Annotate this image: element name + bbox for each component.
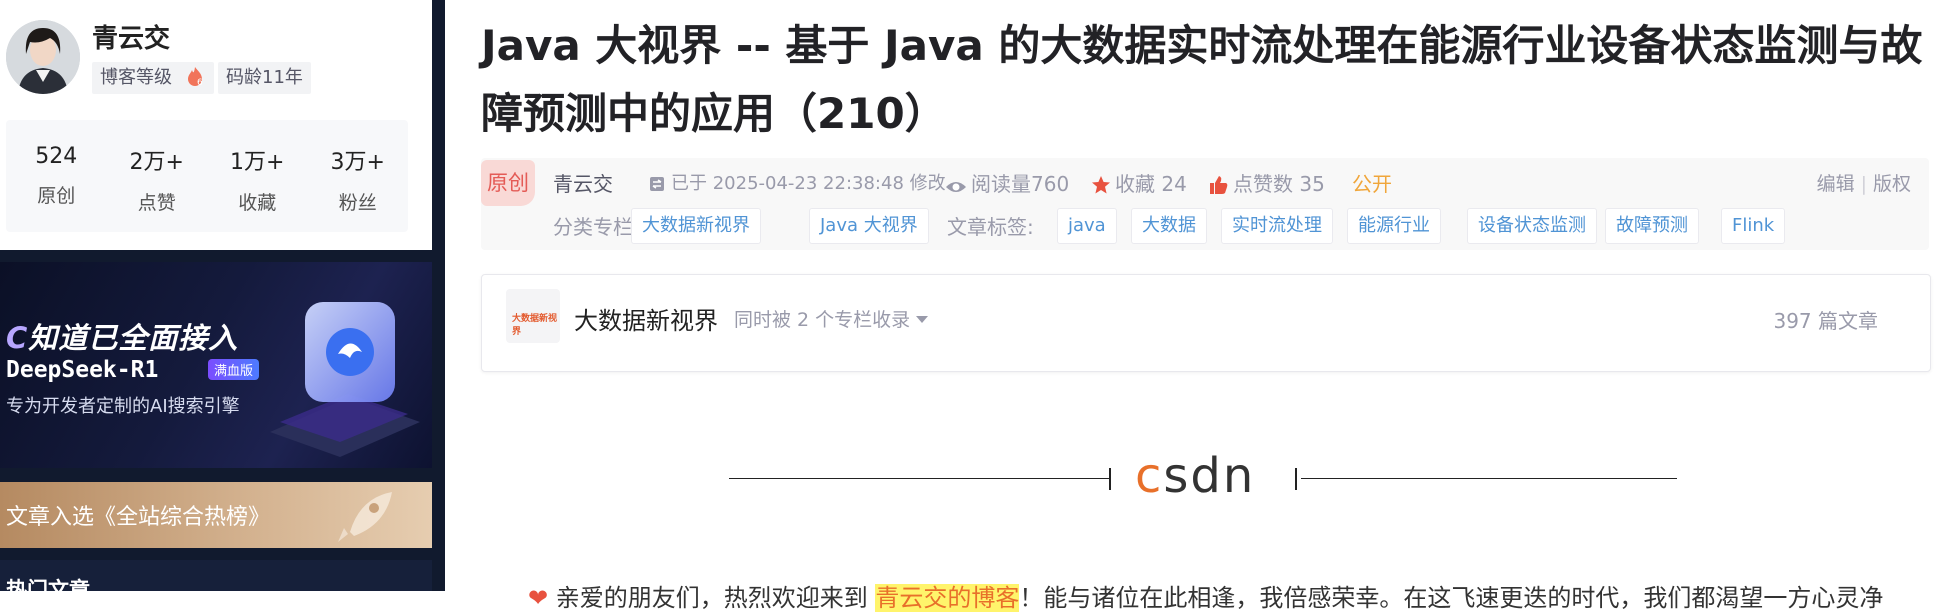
edit-time-icon <box>650 177 664 191</box>
ad-badge: 满血版 <box>208 359 260 380</box>
author-stats: 524 原创 2万+ 点赞 1万+ 收藏 3万+ 粉丝 <box>6 120 408 232</box>
column-included-dropdown[interactable]: 同时被 2 个专栏收录 <box>734 305 929 332</box>
stat-label: 原创 <box>37 185 76 207</box>
article-time: 已于 2025-04-23 22:38:48 修改 <box>649 168 946 200</box>
tag-chip[interactable]: 大数据 <box>1131 208 1207 244</box>
tag-chip[interactable]: 实时流处理 <box>1221 208 1333 244</box>
thumbs-up-icon <box>1210 176 1228 194</box>
tag-chip[interactable]: 故障预测 <box>1605 208 1699 244</box>
column-article-count: 397 篇文章 <box>1773 309 1878 333</box>
original-badge: 原创 <box>481 160 535 206</box>
heart-icon: ❤ <box>528 584 549 612</box>
author-name[interactable]: 青云交 <box>92 18 170 55</box>
tag-chip[interactable]: 设备状态监测 <box>1467 208 1597 244</box>
blog-level-label: 博客等级 <box>100 67 172 88</box>
stat-original[interactable]: 524 原创 <box>6 120 107 232</box>
tag-label: 文章标签: <box>947 215 1034 239</box>
copyright-link[interactable]: 版权 <box>1873 173 1911 195</box>
tag-chip[interactable]: Flink <box>1721 208 1786 244</box>
eye-icon <box>946 182 966 192</box>
deepseek-ad-banner[interactable]: C知道已全面接入 DeepSeek-R1 满血版 专为开发者定制的AI搜索引擎 <box>0 262 432 468</box>
stat-value: 1万+ <box>230 150 285 175</box>
stat-label: 收藏 <box>238 192 277 214</box>
edit-link[interactable]: 编辑 <box>1817 173 1855 195</box>
article-intro-paragraph: ❤ 亲爱的朋友们，热烈欢迎来到 青云交的博客！能与诸位在此相逢，我倍感荣幸。在这… <box>528 584 1884 612</box>
edit-copyright-links: 编辑 | 版权 <box>1816 173 1911 195</box>
article-like-button[interactable]: 点赞数 35 <box>1209 168 1325 200</box>
level-flame-icon: 6 <box>184 65 206 88</box>
article-title: Java 大视界 -- 基于 Java 的大数据实时流处理在能源行业设备状态监测… <box>481 21 1923 138</box>
rocket-icon <box>338 492 392 542</box>
article-author-link[interactable]: 青云交 <box>553 168 613 200</box>
hot-list-banner[interactable]: 文章入选《全站综合热榜》 <box>0 482 432 548</box>
stat-label: 点赞 <box>137 192 176 214</box>
column-inclusion-card: 大数据新视界 大数据新视界 同时被 2 个专栏收录 397 篇文章 <box>481 274 1931 372</box>
ad-product-name: DeepSeek-R1 <box>6 357 159 383</box>
visibility-status: 公开 <box>1352 172 1392 196</box>
ad-headline: C知道已全面接入 <box>6 321 239 355</box>
article-favorite-button[interactable]: 收藏 24 <box>1091 168 1187 200</box>
divider-line-left <box>729 478 1109 479</box>
divider-tick-right <box>1295 468 1297 490</box>
category-chip[interactable]: 大数据新视界 <box>631 208 761 244</box>
tag-chip[interactable]: 能源行业 <box>1347 208 1441 244</box>
stat-followers[interactable]: 3万+ 粉丝 <box>308 120 409 232</box>
stat-value: 3万+ <box>330 150 385 175</box>
stat-value: 2万+ <box>129 150 184 175</box>
column-name[interactable]: 大数据新视界 <box>574 301 718 336</box>
article-info-bar: 原创 青云交 已于 2025-04-23 22:38:48 修改 阅读量760 … <box>481 158 1929 250</box>
caret-down-icon <box>916 316 929 323</box>
ai-search-app-icon <box>270 302 420 457</box>
column-logo[interactable]: 大数据新视界 <box>506 289 560 343</box>
ad-tagline: 专为开发者定制的AI搜索引擎 <box>6 396 240 417</box>
blog-level-badge[interactable]: 博客等级 6 <box>92 62 214 94</box>
stat-label: 粉丝 <box>338 192 377 214</box>
category-label: 分类专栏: <box>553 215 640 239</box>
stat-likes[interactable]: 2万+ 点赞 <box>107 120 208 232</box>
author-profile-card: 青云交 博客等级 6 码龄11年 524 原创 2万+ 点赞 1万+ 收藏 3万… <box>0 0 432 250</box>
csdn-logo: csdn <box>1135 448 1256 504</box>
author-avatar[interactable] <box>6 20 80 94</box>
article-views: 阅读量760 <box>945 168 1069 200</box>
blog-highlight-link[interactable]: 青云交的博客 <box>875 584 1020 612</box>
hot-list-text: 文章入选《全站综合热榜》 <box>6 505 271 530</box>
category-chip[interactable]: Java 大视界 <box>809 208 929 244</box>
stat-favorites[interactable]: 1万+ 收藏 <box>207 120 308 232</box>
tag-chip[interactable]: java <box>1057 208 1117 244</box>
hot-articles-header: 热门文章 <box>0 560 432 602</box>
stat-value: 524 <box>35 144 78 169</box>
svg-text:6: 6 <box>197 78 203 87</box>
divider-line-right <box>1301 478 1677 479</box>
divider-tick-left <box>1109 468 1111 490</box>
hot-articles-heading: 热门文章 <box>6 578 90 602</box>
coding-age-badge: 码龄11年 <box>218 62 311 94</box>
star-icon <box>1092 176 1110 194</box>
